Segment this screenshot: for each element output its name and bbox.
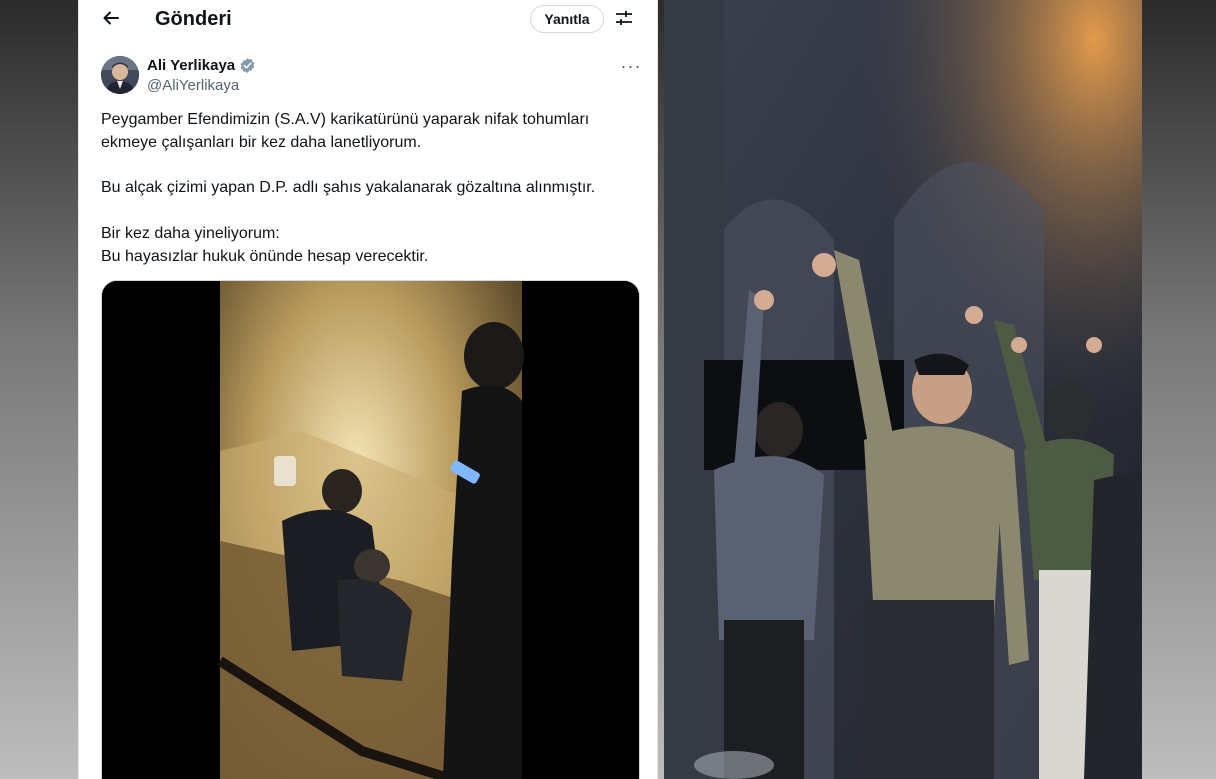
- video-frame: [102, 281, 639, 779]
- tweet-line: Peygamber Efendimizin (S.A.V) karikatürü…: [101, 111, 590, 128]
- arrow-left-icon: [101, 8, 121, 33]
- verified-badge-icon: [239, 57, 256, 74]
- back-button[interactable]: [97, 6, 125, 34]
- author-name[interactable]: Ali Yerlikaya: [147, 57, 256, 74]
- reply-button[interactable]: Yanıtla: [530, 5, 604, 33]
- protest-photo: [664, 0, 1142, 779]
- page-title: Gönderi: [155, 8, 232, 30]
- tweet-line: Bu hayasızlar hukuk önünde hesap verecek…: [101, 248, 429, 265]
- sliders-icon: [614, 8, 634, 33]
- tweet-paragraph-1: Peygamber Efendimizin (S.A.V) karikatürü…: [101, 108, 621, 154]
- tweet-line: Bu alçak çizimi yapan D.P. adlı şahıs ya…: [101, 179, 596, 196]
- tweet-line: ekmeye çalışanları bir kez daha lanetliy…: [101, 134, 422, 151]
- tweet-paragraph-2: Bu alçak çizimi yapan D.P. adlı şahıs ya…: [101, 176, 621, 199]
- tweet-panel: Gönderi Yanıtla Ali Yerlikaya @AliYerlik…: [78, 0, 658, 779]
- tweet-line: Bir kez daha yineliyorum:: [101, 225, 280, 242]
- author-handle[interactable]: @AliYerlikaya: [147, 77, 239, 94]
- more-horizontal-icon: ···: [620, 55, 642, 76]
- tweet-video[interactable]: [101, 280, 640, 779]
- protest-photo-image: [664, 0, 1142, 779]
- author-name-text: Ali Yerlikaya: [147, 57, 236, 74]
- filter-button[interactable]: [612, 8, 636, 32]
- avatar[interactable]: [101, 56, 139, 94]
- more-options-button[interactable]: ···: [619, 56, 643, 76]
- top-bar: Gönderi Yanıtla: [79, 0, 657, 40]
- tweet-paragraph-3: Bir kez daha yineliyorum: Bu hayasızlar …: [101, 222, 621, 268]
